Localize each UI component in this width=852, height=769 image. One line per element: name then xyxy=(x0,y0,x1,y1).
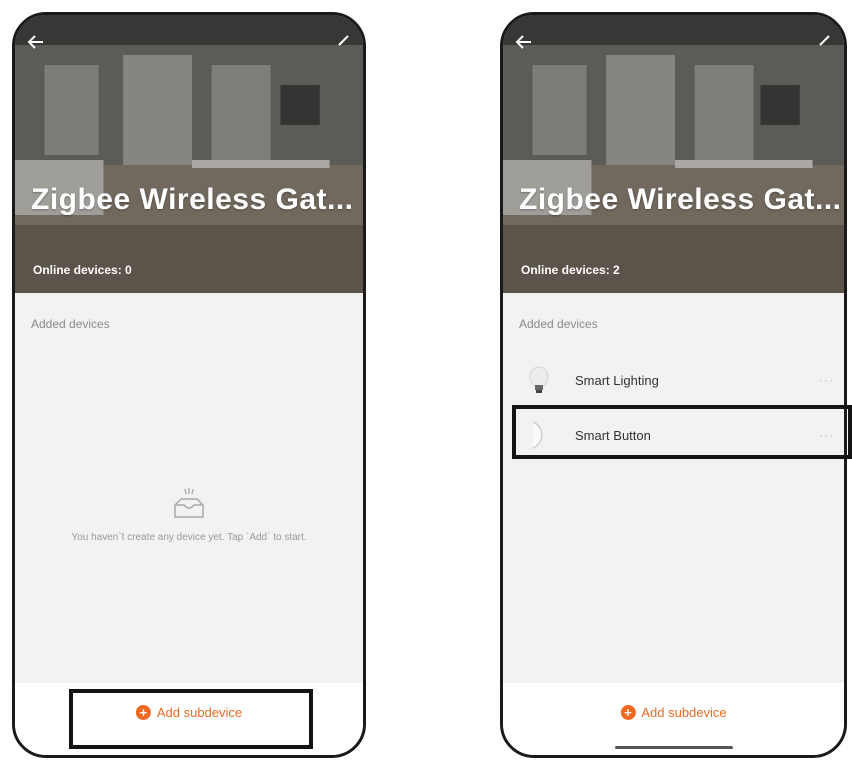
home-indicator xyxy=(614,746,733,749)
online-devices-count: Online devices: 0 xyxy=(33,263,132,277)
back-arrow-icon[interactable] xyxy=(515,33,533,51)
bottom-action-bar: + Add subdevice xyxy=(503,683,844,755)
add-subdevice-button[interactable]: + Add subdevice xyxy=(620,705,727,720)
gateway-header-image: Zigbee Wireless Gat... Online devices: 0 xyxy=(15,15,363,293)
more-options-icon[interactable]: ··· xyxy=(819,373,834,387)
highlight-box-smart-button xyxy=(512,405,852,459)
edit-pencil-icon[interactable] xyxy=(818,33,832,47)
empty-box-icon xyxy=(174,488,204,518)
added-devices-label: Added devices xyxy=(31,317,110,331)
hero-overlay xyxy=(15,15,363,293)
empty-state: You haven`t create any device yet. Tap `… xyxy=(15,485,363,543)
device-name: Smart Lighting xyxy=(575,372,659,388)
highlight-box-add-subdevice xyxy=(69,689,313,749)
gateway-header-image: Zigbee Wireless Gat... Online devices: 2 xyxy=(503,15,844,293)
add-subdevice-label: Add subdevice xyxy=(641,705,727,720)
device-row-smart-lighting[interactable]: Smart Lighting ··· xyxy=(503,353,844,407)
hero-overlay xyxy=(503,15,844,293)
phone-screen-left: Zigbee Wireless Gat... Online devices: 0… xyxy=(12,12,366,758)
edit-pencil-icon[interactable] xyxy=(337,33,351,47)
plus-circle-icon: + xyxy=(620,705,636,720)
added-devices-label: Added devices xyxy=(519,317,598,331)
back-arrow-icon[interactable] xyxy=(27,33,45,51)
empty-state-message: You haven`t create any device yet. Tap `… xyxy=(71,532,307,543)
bulb-icon xyxy=(529,366,549,393)
online-devices-count: Online devices: 2 xyxy=(521,263,620,277)
gateway-title: Zigbee Wireless Gat... xyxy=(31,183,354,216)
phone-screen-right: Zigbee Wireless Gat... Online devices: 2… xyxy=(500,12,847,758)
gateway-title: Zigbee Wireless Gat... xyxy=(519,183,842,216)
